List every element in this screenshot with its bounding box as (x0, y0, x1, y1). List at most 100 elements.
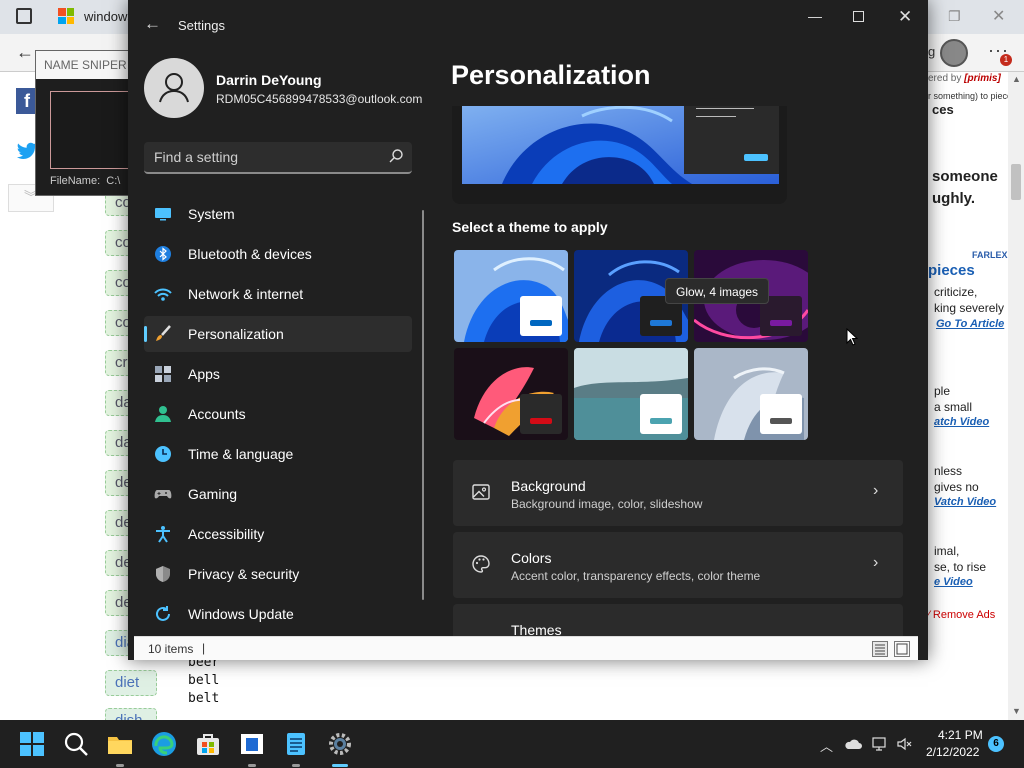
close-icon[interactable]: ✕ (898, 7, 912, 27)
nav-item-gaming[interactable]: Gaming (144, 476, 412, 512)
chevron-right-icon: › (873, 554, 879, 571)
settings-window: ← Settings — ✕ Darrin DeYoung RDM05C4568… (128, 0, 928, 660)
card-subtitle: Accent color, transparency effects, colo… (511, 569, 761, 583)
card-title: Colors (511, 550, 552, 566)
colors-card[interactable]: Colors Accent color, transparency effect… (453, 532, 903, 598)
nav-item-network-internet[interactable]: Network & internet (144, 276, 412, 312)
themes-heading: Select a theme to apply (452, 219, 608, 235)
nav-item-label: Personalization (188, 326, 284, 342)
search-icon[interactable] (388, 148, 404, 164)
watch-video-link[interactable]: Vatch Video (934, 496, 996, 508)
ad-definition: king severely (934, 301, 1005, 315)
user-avatar[interactable] (144, 58, 204, 118)
settings-app-button[interactable] (326, 730, 354, 767)
status-separator: | (202, 641, 206, 655)
display-icon[interactable] (872, 736, 888, 752)
browser-tab-title[interactable]: windows (84, 9, 134, 24)
theme-accent-bar (650, 418, 672, 424)
scroll-up-icon[interactable]: ▲ (1012, 74, 1021, 84)
ad-definition: criticize, (934, 285, 978, 299)
theme-sunrise[interactable] (574, 348, 688, 440)
nav-item-accessibility[interactable]: Accessibility (144, 516, 412, 552)
background-card[interactable]: Background Background image, color, slid… (453, 460, 903, 526)
ad-line: someone (932, 168, 998, 185)
minimize-icon[interactable]: — (808, 8, 822, 24)
selection-indicator (144, 326, 147, 342)
ad-line: ughly. (932, 190, 976, 207)
ad-heading: ces (932, 102, 954, 117)
back-arrow-icon[interactable]: ← (144, 14, 161, 34)
theme-window-swatch (520, 296, 562, 336)
nav-item-apps[interactable]: Apps (144, 356, 412, 392)
name-sniper-window: NAME SNIPER FileName: C:\ (35, 50, 135, 196)
theme-accent-bar (770, 418, 792, 424)
nav-item-label: Windows Update (188, 606, 294, 622)
settings-nav: System Bluetooth & devices Network & inter… (144, 196, 412, 636)
nav-item-time-language[interactable]: Time & language (144, 436, 412, 472)
word-list: beer bell belt (184, 654, 264, 708)
scroll-down-icon[interactable]: ▼ (1012, 706, 1021, 716)
search-input[interactable] (144, 142, 384, 172)
remove-ads-link[interactable]: ⁄ Remove Ads (928, 609, 995, 621)
close-icon[interactable]: ✕ (992, 6, 1005, 26)
controller-icon (154, 485, 172, 503)
theme-captured-motion[interactable] (454, 348, 568, 440)
edge-icon (152, 732, 176, 756)
store-button[interactable] (194, 730, 222, 758)
sniper-preview (50, 91, 134, 169)
theme-accent-bar (530, 320, 552, 326)
nav-item-system[interactable]: System (144, 196, 412, 232)
theme-tooltip: Glow, 4 images (665, 278, 770, 304)
theme-flow[interactable] (694, 348, 808, 440)
clock-date[interactable]: 2/12/2022 (926, 745, 979, 759)
theme-grid (452, 248, 808, 440)
apps-icon (154, 365, 172, 383)
nav-item-windows-update[interactable]: Windows Update (144, 596, 412, 632)
nav-item-bluetooth-devices[interactable]: Bluetooth & devices (144, 236, 412, 272)
app-window-icon (241, 734, 263, 754)
file-explorer-button[interactable] (106, 730, 134, 767)
go-to-article-link[interactable]: Go To Article (936, 318, 1004, 330)
details-view-icon[interactable] (872, 641, 888, 657)
dictionary-ad: ered by [primis] r something) to pieces … (928, 72, 1014, 720)
sniper-app-button[interactable] (238, 730, 266, 767)
profile-label[interactable]: g (928, 44, 935, 59)
word-list-item: belt (188, 691, 220, 706)
notepad-button[interactable] (282, 730, 310, 767)
brush-icon (154, 325, 172, 343)
tab-actions-icon[interactable] (16, 8, 32, 24)
profile-avatar[interactable] (940, 39, 968, 67)
nav-item-privacy-security[interactable]: Privacy & security (144, 556, 412, 592)
clock-time[interactable]: 4:21 PM (938, 728, 983, 742)
maximize-icon[interactable] (853, 11, 864, 22)
speaker-muted-icon[interactable] (896, 736, 912, 752)
ad-example: imal, (934, 544, 960, 558)
theme-windows-light[interactable] (454, 250, 568, 342)
back-arrow-icon[interactable]: ← (16, 42, 34, 63)
restore-icon[interactable]: ❐ (948, 8, 961, 25)
start-button[interactable] (18, 730, 46, 758)
theme-accent-bar (650, 320, 672, 326)
edge-button[interactable] (150, 730, 178, 758)
tiles-view-icon[interactable] (894, 641, 910, 657)
preview-window (684, 106, 779, 174)
onedrive-icon[interactable] (844, 738, 862, 750)
nav-scrollbar[interactable] (422, 210, 424, 600)
search-button[interactable] (62, 730, 90, 758)
scroll-thumb[interactable] (1011, 164, 1021, 200)
watch-video-link[interactable]: atch Video (934, 416, 989, 428)
search-box[interactable] (144, 142, 412, 174)
search-icon (64, 732, 88, 756)
title-bar: ← Settings — ✕ (128, 0, 928, 50)
nav-item-personalization[interactable]: Personalization (144, 316, 412, 352)
nav-item-label: Accounts (188, 406, 246, 422)
chevron-up-icon[interactable]: ︿ (820, 736, 833, 755)
sniper-title[interactable]: NAME SNIPER (36, 51, 134, 79)
word-chip[interactable]: dish (105, 708, 157, 720)
nav-item-accounts[interactable]: Accounts (144, 396, 412, 432)
watch-video-link[interactable]: e Video (934, 576, 973, 588)
word-chip[interactable]: diet (105, 670, 157, 696)
shield-icon (154, 565, 172, 583)
notification-badge[interactable]: 6 (988, 736, 1004, 752)
page-scrollbar[interactable]: ▲ ▼ (1008, 72, 1024, 720)
